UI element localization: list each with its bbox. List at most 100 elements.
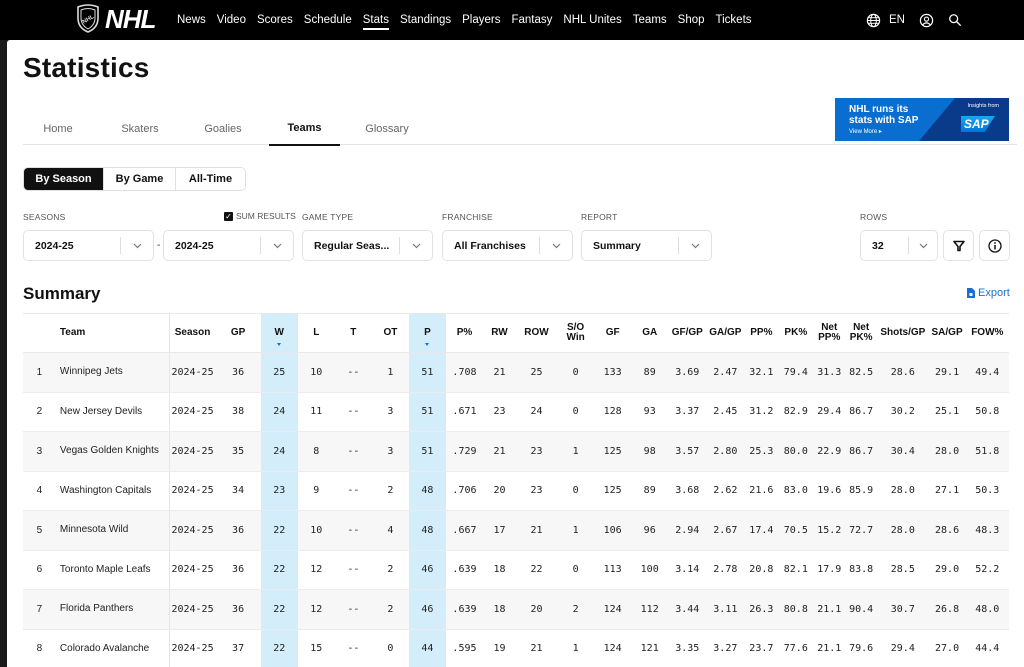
cell-gf-gp: 3.37 — [668, 392, 707, 432]
column-header-ga[interactable]: GA — [631, 313, 669, 353]
cell-gp: 36 — [215, 550, 261, 590]
cell-rw: 23 — [483, 392, 516, 432]
cell-team[interactable]: Vegas Golden Knights — [55, 431, 170, 472]
table-row[interactable]: 4 Washington Capitals 2024-25 34 23 9 -- 2 48.70… — [23, 471, 1009, 511]
cell-season: 2024-25 — [169, 510, 216, 551]
cell-team[interactable]: Toronto Maple Leafs — [55, 550, 170, 590]
table-row[interactable]: 7 Florida Panthers 2024-25 36 22 12 -- 2 46.639 1… — [23, 589, 1009, 630]
column-header-net-pp-pct[interactable]: Net PP% — [813, 313, 846, 353]
column-header-w[interactable]: W — [260, 313, 298, 353]
export-button[interactable]: Export — [967, 287, 1010, 299]
column-header-rw[interactable]: RW — [483, 313, 516, 353]
column-header-sa-gp[interactable]: SA/GP — [928, 313, 966, 353]
column-header-row[interactable]: ROW — [515, 313, 558, 353]
cell-w: 22 — [260, 629, 298, 667]
cell-l: 10 — [297, 510, 335, 551]
cell-p-pct: .639 — [445, 550, 483, 590]
cell-team[interactable]: Florida Panthers — [55, 589, 170, 630]
table-row[interactable]: 6 Toronto Maple Leafs 2024-25 36 22 12 -- 2 46.6… — [23, 550, 1009, 590]
column-header-gp[interactable]: GP — [215, 313, 261, 353]
sum-results-checkbox[interactable]: ✓ SUM RESULTS — [224, 211, 296, 221]
globe-icon[interactable] — [866, 13, 881, 28]
column-header-s-o-win[interactable]: S/O Win — [557, 313, 595, 353]
cell-p: 51 — [408, 392, 446, 432]
column-header-ga-gp[interactable]: GA/GP — [706, 313, 745, 353]
table-row[interactable]: 2 New Jersey Devils 2024-25 38 24 11 -- 3 51.671… — [23, 392, 1009, 432]
chevron-down-icon[interactable] — [400, 243, 432, 249]
nav-link-stats[interactable]: Stats — [362, 14, 390, 30]
info-button[interactable] — [979, 230, 1010, 261]
tab-home[interactable]: Home — [23, 112, 93, 145]
chevron-down-icon[interactable] — [540, 243, 572, 249]
search-icon[interactable] — [948, 13, 962, 27]
table-row[interactable]: 5 Minnesota Wild 2024-25 36 22 10 -- 4 48.667 17 2… — [23, 510, 1009, 551]
by-season-button[interactable]: By Season — [24, 168, 104, 190]
cell-rw: 17 — [483, 510, 516, 551]
chevron-down-icon[interactable] — [121, 243, 153, 249]
nav-link-video[interactable]: Video — [217, 14, 246, 26]
cell-pk-pct: 79.4 — [778, 352, 814, 393]
nav-link-standings[interactable]: Standings — [400, 14, 451, 26]
table-row[interactable]: 8 Colorado Avalanche 2024-25 37 22 15 -- 0 44.59… — [23, 629, 1009, 667]
season-to-select[interactable]: 2024-25 — [163, 230, 294, 261]
cell-season: 2024-25 — [169, 431, 216, 472]
column-header-season[interactable]: Season — [169, 313, 216, 353]
column-header-gf-gp[interactable]: GF/GP — [668, 313, 707, 353]
column-header-rank[interactable] — [23, 313, 56, 353]
nav-link-players[interactable]: Players — [462, 14, 500, 26]
ad-insights-label: Insights from — [967, 103, 999, 109]
tab-skaters[interactable]: Skaters — [103, 112, 177, 145]
column-header-p-pct[interactable]: P% — [445, 313, 483, 353]
column-header-p[interactable]: P — [408, 313, 446, 353]
report-select[interactable]: Summary — [581, 230, 712, 261]
column-header-shots-gp[interactable]: Shots/GP — [877, 313, 929, 353]
all-time-button[interactable]: All-Time — [176, 168, 245, 190]
column-header-l[interactable]: L — [297, 313, 335, 353]
by-game-button[interactable]: By Game — [104, 168, 176, 190]
franchise-select[interactable]: All Franchises — [442, 230, 573, 261]
column-header-net-pk-pct[interactable]: Net PK% — [845, 313, 878, 353]
cell-team[interactable]: Colorado Avalanche — [55, 629, 170, 667]
rows-select[interactable]: 32 — [860, 230, 938, 261]
cell-team[interactable]: Minnesota Wild — [55, 510, 170, 551]
nav-link-teams[interactable]: Teams — [633, 14, 667, 26]
account-icon[interactable] — [919, 13, 934, 28]
column-header-label: GF — [605, 327, 620, 338]
game-type-select[interactable]: Regular Seas... — [302, 230, 433, 261]
nav-link-nhl-unites[interactable]: NHL Unites — [563, 14, 621, 26]
nav-link-scores[interactable]: Scores — [257, 14, 293, 26]
cell-team[interactable]: Washington Capitals — [55, 471, 170, 511]
table-row[interactable]: 1 Winnipeg Jets 2024-25 36 25 10 -- 1 51.708 21 25… — [23, 352, 1009, 393]
tab-goalies[interactable]: Goalies — [187, 112, 259, 145]
column-header-gf[interactable]: GF — [594, 313, 632, 353]
chevron-down-icon[interactable] — [261, 243, 293, 249]
cell-gp: 38 — [215, 392, 261, 432]
tab-teams[interactable]: Teams — [269, 112, 340, 146]
nhl-logo[interactable]: NHL NHL — [75, 3, 156, 35]
tab-glossary[interactable]: Glossary — [350, 112, 424, 145]
nav-link-news[interactable]: News — [177, 14, 206, 26]
table-row[interactable]: 3 Vegas Golden Knights 2024-25 35 24 8 -- 3 51.7… — [23, 431, 1009, 472]
checkbox-checked-icon[interactable]: ✓ — [224, 211, 233, 221]
column-header-t[interactable]: T — [334, 313, 372, 353]
nav-link-fantasy[interactable]: Fantasy — [511, 14, 552, 26]
cell-team[interactable]: New Jersey Devils — [55, 392, 170, 432]
filter-button[interactable] — [943, 230, 974, 261]
cell-team[interactable]: Winnipeg Jets — [55, 352, 170, 393]
column-header-pk-pct[interactable]: PK% — [778, 313, 814, 353]
column-header-pp-pct[interactable]: PP% — [744, 313, 779, 353]
chevron-down-icon[interactable] — [909, 243, 937, 249]
cell-s-o-win: 1 — [557, 431, 595, 472]
column-header-ot[interactable]: OT — [371, 313, 409, 353]
language-selector[interactable]: EN — [889, 14, 905, 26]
nav-link-shop[interactable]: Shop — [678, 14, 705, 26]
nav-link-schedule[interactable]: Schedule — [304, 14, 352, 26]
nav-link-tickets[interactable]: Tickets — [716, 14, 752, 26]
column-header-team[interactable]: Team — [55, 313, 170, 353]
cell-season: 2024-25 — [169, 589, 216, 630]
column-header-fow-pct[interactable]: FOW% — [965, 313, 1009, 353]
cell-net-pp-pct: 21.1 — [813, 629, 846, 667]
season-from-select[interactable]: 2024-25 — [23, 230, 154, 261]
chevron-down-icon[interactable] — [679, 243, 711, 249]
cell-pk-pct: 82.9 — [778, 392, 814, 432]
